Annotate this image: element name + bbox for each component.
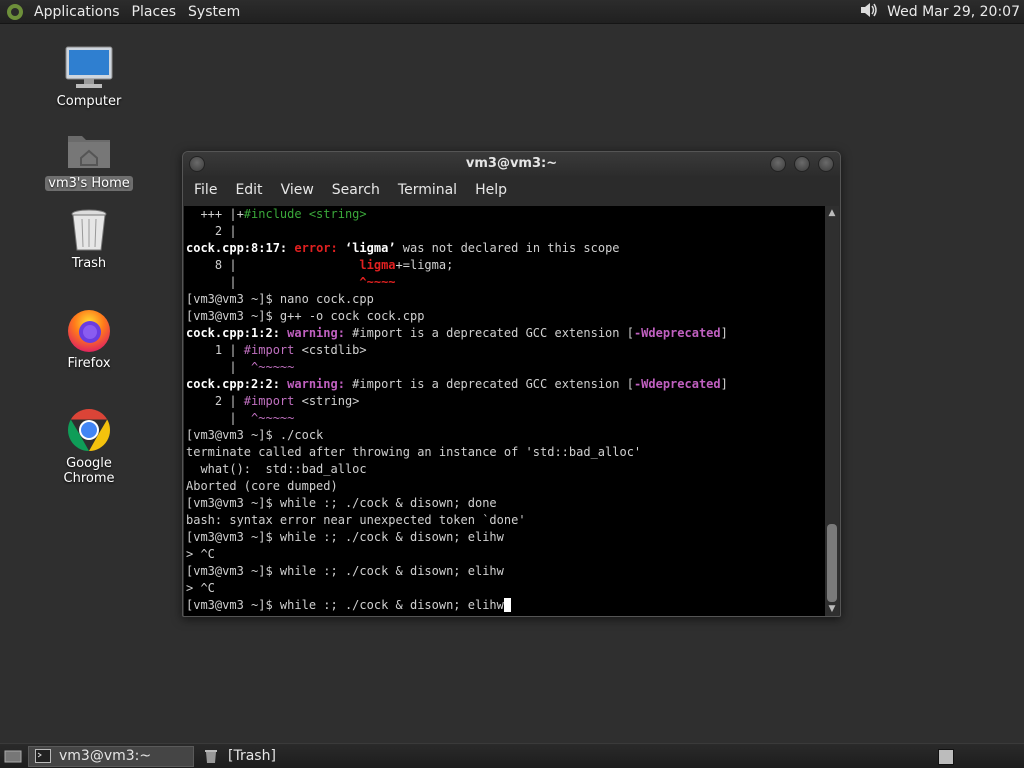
terminal-line: | ^~~~~	[186, 275, 396, 289]
terminal-line: [vm3@vm3 ~]$ while :; ./cock & disown; e…	[186, 530, 504, 544]
taskbar-item-trash[interactable]: [Trash]	[198, 746, 282, 767]
volume-icon[interactable]	[859, 1, 879, 23]
taskbar-item-terminal[interactable]: vm3@vm3:~	[28, 745, 194, 767]
desktop-icon-label: Computer	[56, 94, 122, 109]
terminal-line: [vm3@vm3 ~]$ while :; ./cock & disown; e…	[186, 564, 504, 578]
menu-file[interactable]: File	[187, 182, 224, 198]
minimize-button[interactable]	[770, 156, 786, 172]
close-button[interactable]	[818, 156, 834, 172]
top-panel: Applications Places System Wed Mar 29, 2…	[0, 0, 1024, 24]
scroll-up-arrow-icon[interactable]: ▲	[825, 206, 839, 220]
home-folder-icon	[63, 126, 115, 174]
desktop-icon-home[interactable]: vm3's Home	[39, 126, 139, 191]
terminal-line: 2 |	[186, 224, 237, 238]
desktop-icon-trash[interactable]: Trash	[39, 206, 139, 271]
terminal-scrollbar[interactable]: ▲ ▼	[825, 206, 839, 616]
firefox-icon	[63, 306, 115, 354]
desktop-icon-computer[interactable]: Computer	[39, 44, 139, 109]
terminal-line: [vm3@vm3 ~]$ nano cock.cpp	[186, 292, 374, 306]
trash-icon	[63, 206, 115, 254]
menu-view[interactable]: View	[274, 182, 321, 198]
desktop-icon-chrome[interactable]: Google Chrome	[39, 406, 139, 486]
window-title: vm3@vm3:~	[465, 156, 558, 171]
terminal-line: Aborted (core dumped)	[186, 479, 338, 493]
terminal-line: terminate called after throwing an insta…	[186, 445, 642, 459]
terminal-line: | ^~~~~~	[186, 360, 295, 374]
terminal-line: what(): std::bad_alloc	[186, 462, 367, 476]
desktop-icon-label: vm3's Home	[45, 176, 133, 191]
terminal-icon	[35, 749, 51, 763]
terminal-line: | ^~~~~~	[186, 411, 295, 425]
menu-search[interactable]: Search	[325, 182, 387, 198]
bottom-panel: vm3@vm3:~ [Trash]	[0, 743, 1024, 768]
terminal-cursor	[503, 598, 512, 612]
terminal-line: cock.cpp:8:17: error: ‘ligma’ was not de…	[186, 241, 620, 255]
terminal-line: +++ |+#include <string>	[186, 207, 367, 221]
terminal-line: cock.cpp:1:2: warning: #import is a depr…	[186, 326, 728, 340]
distro-logo-icon[interactable]	[4, 1, 26, 23]
menu-help[interactable]: Help	[468, 182, 514, 198]
window-menubar: File Edit View Search Terminal Help	[183, 176, 840, 204]
terminal-output[interactable]: +++ |+#include <string> 2 | cock.cpp:8:17…	[184, 206, 826, 616]
terminal-line: [vm3@vm3 ~]$ g++ -o cock cock.cpp	[186, 309, 425, 323]
desktop-icon-firefox[interactable]: Firefox	[39, 306, 139, 371]
menu-edit[interactable]: Edit	[228, 182, 269, 198]
terminal-line: > ^C	[186, 581, 215, 595]
maximize-button[interactable]	[794, 156, 810, 172]
terminal-window[interactable]: vm3@vm3:~ File Edit View Search Terminal…	[182, 151, 841, 617]
menu-terminal[interactable]: Terminal	[391, 182, 464, 198]
scrollbar-thumb[interactable]	[827, 524, 837, 602]
chrome-icon	[63, 406, 115, 454]
window-titlebar[interactable]: vm3@vm3:~	[183, 152, 840, 176]
terminal-line: [vm3@vm3 ~]$ ./cock	[186, 428, 324, 442]
terminal-line: 8 | ligma+=ligma;	[186, 258, 454, 272]
terminal-line: bash: syntax error near unexpected token…	[186, 513, 526, 527]
terminal-line: [vm3@vm3 ~]$ while :; ./cock & disown; d…	[186, 496, 497, 510]
desktop-icon-label: Firefox	[67, 356, 111, 371]
desktop-icon-label: Google Chrome	[63, 456, 115, 486]
workspace-switcher[interactable]	[938, 749, 954, 765]
computer-icon	[63, 44, 115, 92]
menu-places[interactable]: Places	[132, 4, 177, 20]
trash-icon	[204, 748, 218, 764]
show-desktop-icon[interactable]	[4, 748, 22, 764]
menu-system[interactable]: System	[188, 4, 240, 20]
scroll-down-arrow-icon[interactable]: ▼	[825, 602, 839, 616]
terminal-line: 1 | #import <cstdlib>	[186, 343, 367, 357]
clock[interactable]: Wed Mar 29, 20:07	[887, 4, 1020, 20]
terminal-line: 2 | #import <string>	[186, 394, 360, 408]
taskbar-item-label: vm3@vm3:~	[59, 748, 152, 764]
terminal-line: > ^C	[186, 547, 215, 561]
menu-applications[interactable]: Applications	[34, 4, 120, 20]
terminal-line: cock.cpp:2:2: warning: #import is a depr…	[186, 377, 728, 391]
terminal-line: [vm3@vm3 ~]$ while :; ./cock & disown; e…	[186, 597, 826, 614]
desktop-icon-label: Trash	[71, 256, 107, 271]
taskbar-item-label: [Trash]	[228, 748, 276, 764]
